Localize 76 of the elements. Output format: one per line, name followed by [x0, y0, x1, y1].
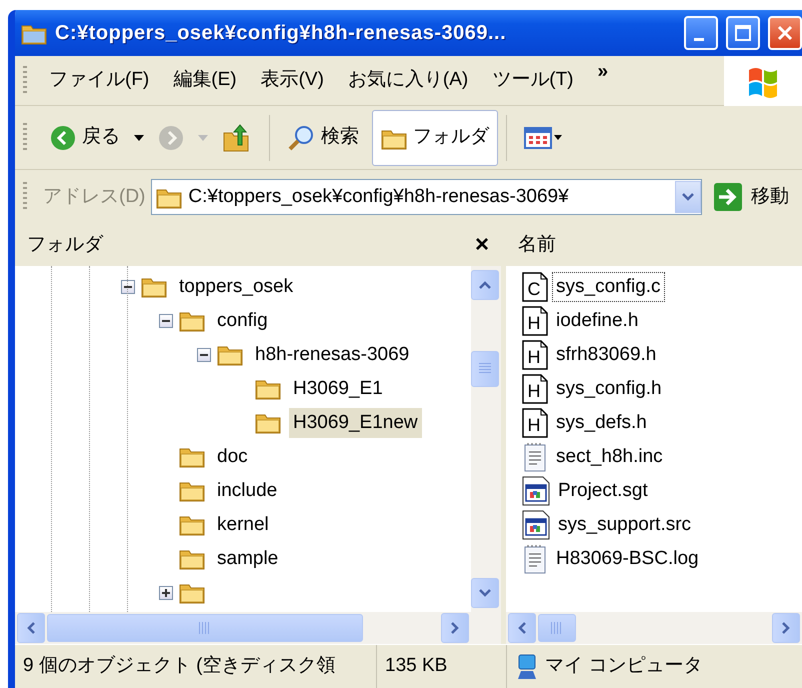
chevron-left-icon: [517, 621, 527, 635]
scroll-right-button[interactable]: [441, 613, 469, 643]
file-item[interactable]: sys_config.c: [552, 272, 665, 302]
source-file-icon: H: [522, 306, 548, 336]
text-file-icon: [522, 544, 548, 574]
scroll-thumb[interactable]: [471, 351, 499, 387]
expand-toggle[interactable]: [159, 586, 173, 600]
window-file-icon: [522, 476, 550, 506]
scroll-up-button[interactable]: [471, 270, 499, 300]
back-button[interactable]: 戻る: [41, 116, 129, 159]
window-file-icon: [522, 510, 550, 540]
tree-item[interactable]: kernel: [213, 510, 273, 540]
scroll-down-button[interactable]: [471, 578, 499, 608]
menu-item[interactable]: お気に入り(A): [336, 64, 480, 97]
tree-item[interactable]: H3069_E1: [289, 374, 387, 404]
tree-item[interactable]: config: [213, 306, 272, 336]
scroll-thumb[interactable]: [47, 614, 363, 642]
tree-item[interactable]: doc: [213, 442, 252, 472]
menu-item[interactable]: 編集(E): [161, 64, 249, 97]
file-item[interactable]: H83069-BSC.log: [552, 544, 703, 574]
chevron-down-icon: [478, 588, 492, 598]
scroll-left-button[interactable]: [17, 613, 45, 643]
dropdown-chevron-icon[interactable]: [681, 192, 695, 202]
minimize-icon: [694, 38, 704, 40]
tree-item[interactable]: include: [213, 476, 282, 506]
chevron-right-icon: [781, 621, 791, 635]
view-grid-icon: [524, 126, 564, 150]
column-header[interactable]: 名前: [518, 230, 556, 260]
file-item[interactable]: sys_defs.h: [552, 408, 651, 438]
close-button[interactable]: [768, 16, 802, 50]
menu-item[interactable]: 表示(V): [248, 64, 336, 97]
source-file-icon: C: [522, 272, 548, 302]
file-item[interactable]: sect_h8h.inc: [552, 442, 667, 472]
address-field[interactable]: C:¥toppers_osek¥config¥h8h-renesas-3069¥: [151, 179, 702, 215]
maximize-icon: [734, 24, 752, 42]
pane-title: フォルダ: [27, 232, 103, 257]
scroll-thumb[interactable]: [538, 614, 576, 642]
file-item[interactable]: iodefine.h: [552, 306, 642, 336]
search-icon: [287, 124, 315, 152]
collapse-toggle[interactable]: [121, 280, 135, 294]
tree-item[interactable]: H3069_E1new: [289, 408, 422, 438]
file-item[interactable]: Project.sgt: [554, 476, 652, 506]
go-button[interactable]: 移動: [708, 181, 802, 213]
menu-item[interactable]: ツール(T): [480, 64, 586, 97]
more-menu-chevron[interactable]: »: [586, 56, 620, 88]
text-file-icon: [522, 442, 548, 472]
search-button[interactable]: 検索: [278, 116, 368, 159]
computer-icon: [515, 652, 537, 680]
minimize-button[interactable]: [684, 16, 718, 50]
menu-item[interactable]: ファイル(F): [37, 64, 162, 97]
maximize-button[interactable]: [726, 16, 760, 50]
window-title: C:¥toppers_osek¥config¥h8h-renesas-3069...: [55, 21, 508, 46]
chevron-left-icon: [26, 621, 36, 635]
collapse-toggle[interactable]: [159, 314, 173, 328]
zone-label: マイ コンピュータ: [545, 654, 702, 678]
chevron-up-icon: [478, 280, 492, 290]
source-file-icon: H: [522, 408, 548, 438]
status-size: 135 KB: [385, 654, 448, 678]
close-pane-button[interactable]: ×: [474, 227, 489, 263]
tree-item[interactable]: sample: [213, 544, 282, 574]
collapse-toggle[interactable]: [197, 348, 211, 362]
folders-button[interactable]: フォルダ: [372, 110, 498, 166]
source-file-icon: H: [522, 340, 548, 370]
file-item[interactable]: sys_config.h: [552, 374, 666, 404]
file-item[interactable]: sfrh83069.h: [552, 340, 660, 370]
close-icon: [776, 24, 794, 42]
tree-item[interactable]: h8h-renesas-3069: [251, 340, 414, 370]
source-file-icon: H: [522, 374, 548, 404]
status-text: 9 個のオブジェクト (空きディスク領: [23, 654, 336, 678]
tree-item[interactable]: toppers_osek: [175, 272, 298, 302]
file-item[interactable]: sys_support.src: [554, 510, 696, 540]
scroll-right-button[interactable]: [772, 613, 800, 643]
chevron-right-icon: [450, 621, 460, 635]
address-label: アドレス(D): [43, 184, 146, 209]
dropdown-caret-icon[interactable]: [133, 134, 145, 142]
scroll-left-button[interactable]: [508, 613, 536, 643]
